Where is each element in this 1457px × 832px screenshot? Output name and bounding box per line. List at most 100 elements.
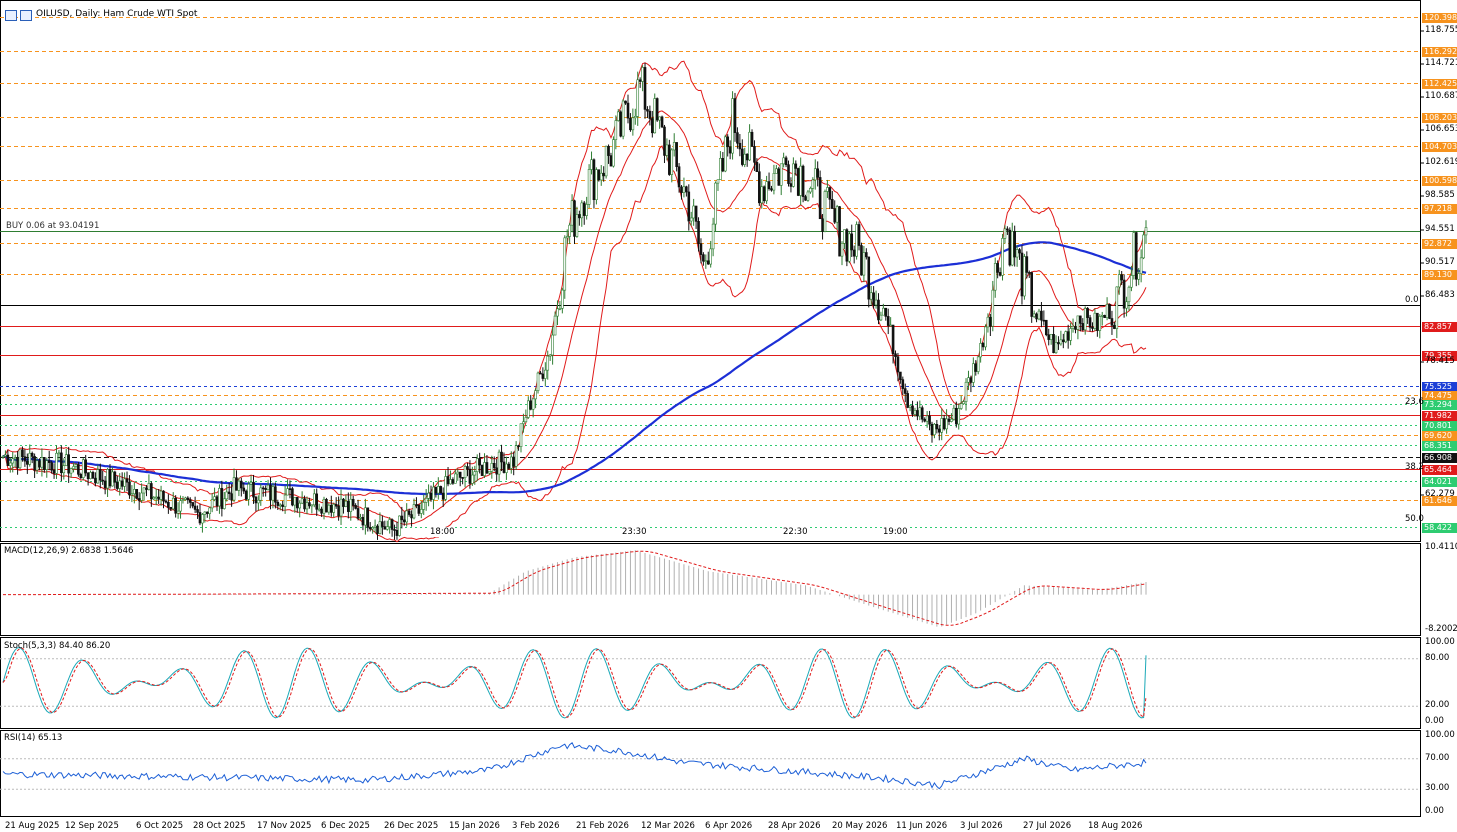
candle-body [641, 67, 644, 82]
price-tag: 82.857 [1422, 321, 1457, 332]
candle-body [636, 79, 640, 117]
candle-body [373, 525, 377, 528]
candle-body [359, 517, 362, 519]
candle-body [388, 519, 391, 528]
candle-body [505, 463, 508, 473]
candle-body [188, 499, 192, 503]
macd-title: MACD(12,26,9) 2.6838 1.5646 [4, 546, 134, 556]
candle-body [150, 483, 153, 500]
candle-body [1142, 234, 1145, 259]
candle-body [441, 492, 445, 500]
price-tag: 69.620 [1422, 430, 1457, 441]
candle-body [179, 500, 182, 512]
candle-body [1110, 318, 1114, 326]
date-axis-label: 6 Oct 2025 [136, 821, 184, 831]
candle-body [1122, 279, 1126, 309]
candle-body [235, 477, 238, 491]
candle-body [835, 206, 839, 223]
candle-body [1027, 272, 1031, 274]
candle-body [894, 353, 897, 358]
candle-body [534, 390, 537, 400]
candle-body [1020, 252, 1024, 297]
candle-body [475, 458, 479, 472]
candle-body [89, 472, 92, 480]
candle-body [451, 479, 455, 484]
candle-body [74, 464, 78, 467]
candle-body [303, 498, 306, 510]
candle-body [446, 476, 450, 485]
candle-body [478, 458, 481, 466]
candle-body [259, 487, 263, 501]
candle-body [685, 186, 688, 193]
stoch-signal-line [2, 647, 1147, 718]
candle-body [291, 488, 294, 506]
price-tag: 104.703 [1422, 141, 1457, 152]
candle-body [813, 168, 817, 181]
candle-body [344, 500, 348, 507]
candle-body [886, 316, 890, 326]
candle-body [809, 188, 812, 193]
candle-body [322, 499, 326, 514]
candle-body [1010, 231, 1014, 266]
candle-body [629, 117, 632, 131]
candle-body [96, 469, 100, 484]
candle-body [1066, 331, 1070, 341]
candle-body [152, 497, 156, 500]
candle-body [947, 418, 951, 422]
candle-body [210, 499, 214, 509]
candle-body [398, 515, 401, 536]
candle-body [383, 526, 387, 530]
macd-bottom-label: -8.2002 [1425, 624, 1457, 634]
session-time-marker: 19:00 [883, 527, 908, 537]
date-axis-label: 11 Jun 2026 [896, 821, 948, 831]
candle-body [123, 478, 126, 487]
date-axis-label: 26 Dec 2025 [384, 821, 439, 831]
candle-body [568, 224, 571, 237]
price-tag: 64.021 [1422, 476, 1457, 487]
candle-body [884, 307, 888, 317]
candle-body [680, 186, 683, 193]
candle-body [393, 529, 396, 531]
candle-body [191, 502, 194, 507]
candle-body [646, 109, 649, 112]
candle-body [310, 504, 314, 507]
candle-body [1098, 316, 1102, 331]
candle-body [176, 510, 180, 514]
date-axis-label: 21 Aug 2025 [5, 821, 60, 831]
candle-body [84, 459, 87, 474]
candle-body [488, 470, 491, 474]
session-time-marker: 23:30 [622, 527, 647, 537]
chart-bars-icon[interactable] [20, 10, 32, 21]
candle-body [976, 356, 980, 372]
candle-body [782, 157, 785, 165]
candle-body [203, 511, 207, 515]
price-tick-label: 114.721 [1425, 58, 1457, 68]
chart-canvas[interactable] [0, 0, 1457, 832]
candle-body [1052, 334, 1055, 354]
candle-body [1134, 232, 1138, 280]
candle-body [974, 363, 978, 372]
candle-body [205, 511, 209, 514]
candle-body [563, 237, 567, 291]
candle-body [57, 452, 61, 455]
candle-body [770, 188, 773, 191]
candle-body [417, 504, 421, 514]
candle-body [597, 169, 601, 181]
candle-body [743, 153, 747, 165]
candle-body [760, 186, 764, 204]
candle-body [738, 142, 742, 150]
candle-body [186, 497, 190, 501]
candle-body [517, 445, 520, 447]
candle-body [524, 417, 528, 423]
menu-list-icon[interactable] [5, 10, 17, 21]
candle-body [43, 457, 46, 470]
price-tag: 73.294 [1422, 399, 1457, 410]
candle-body [889, 324, 892, 327]
candle-body [682, 186, 686, 193]
candle-body [483, 462, 486, 476]
candle-body [721, 158, 725, 172]
candle-body [595, 169, 598, 201]
candle-body [461, 477, 464, 479]
candle-body [330, 504, 333, 513]
candle-body [1062, 339, 1065, 343]
